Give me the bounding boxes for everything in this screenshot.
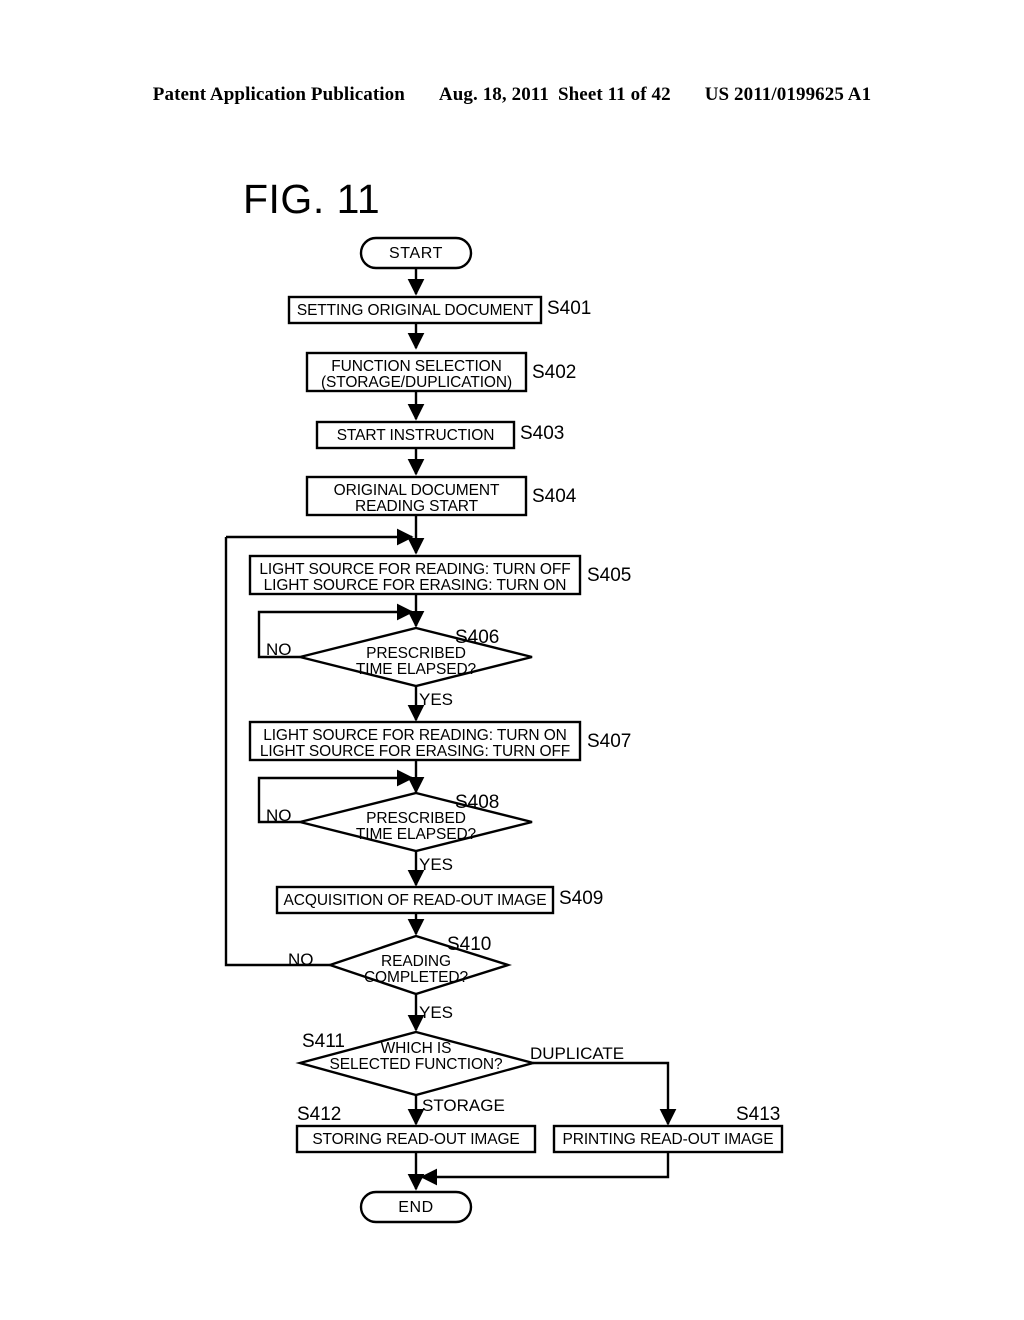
- edge-label-s410-yes: YES: [419, 1003, 454, 1022]
- node-s405: [248, 554, 582, 596]
- node-end: [359, 1190, 473, 1224]
- node-s407: [248, 720, 582, 762]
- step-id-s408: S408: [455, 792, 500, 813]
- node-s413: [552, 1124, 784, 1154]
- flowchart-diagram: [224, 236, 784, 1224]
- edge-label-s411-duplicate: DUPLICATE: [530, 1044, 625, 1063]
- node-s402: [305, 351, 528, 393]
- step-id-s410: S410: [447, 934, 492, 955]
- step-id-s411: S411: [302, 1031, 345, 1052]
- step-id-s406: S406: [455, 627, 500, 648]
- step-id-s407: S407: [587, 731, 632, 752]
- step-id-s404: S404: [532, 486, 577, 507]
- step-id-s413: S413: [736, 1104, 781, 1125]
- step-id-s402: S402: [532, 362, 577, 383]
- step-id-s409: S409: [559, 888, 604, 909]
- edge-label-s406-no: NO: [266, 640, 292, 659]
- step-id-s412: S412: [297, 1104, 342, 1125]
- node-start: [359, 236, 473, 270]
- step-id-s401: S401: [547, 298, 592, 319]
- edge-label-s410-no: NO: [288, 950, 314, 969]
- node-s404: [305, 475, 528, 517]
- edge-label-s408-yes: YES: [419, 855, 454, 874]
- edge-label-s408-no: NO: [266, 806, 292, 825]
- step-id-s405: S405: [587, 565, 632, 586]
- step-id-s403: S403: [520, 423, 565, 444]
- edge-label-s406-yes: YES: [419, 690, 454, 709]
- edge-label-s411-storage: STORAGE: [422, 1096, 505, 1115]
- node-s409: [275, 885, 555, 915]
- node-s401: [287, 295, 543, 325]
- node-s412: [295, 1124, 537, 1154]
- node-s403: [315, 420, 516, 450]
